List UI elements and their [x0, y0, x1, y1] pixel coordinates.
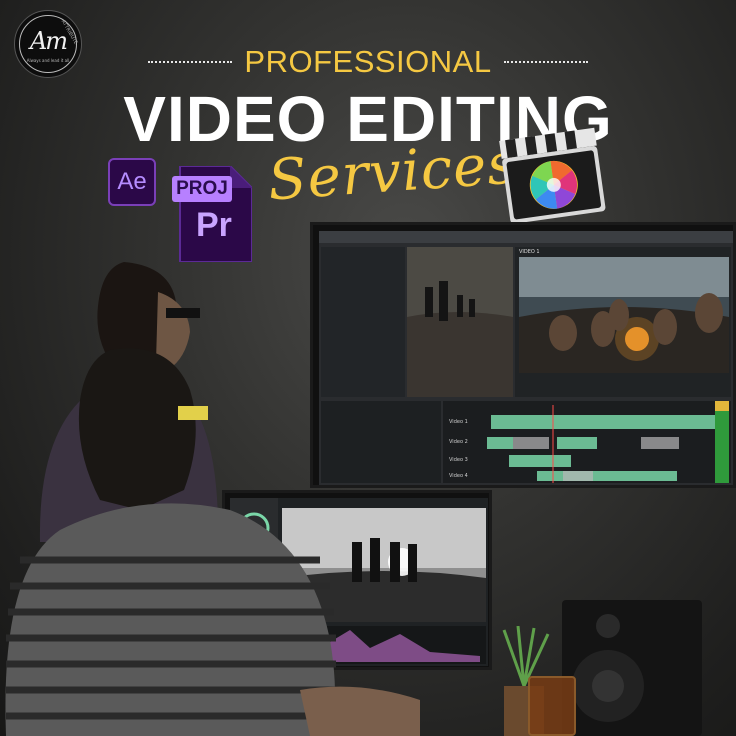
speaker-cones [572, 614, 644, 722]
track-label-3: Video 3 [449, 457, 468, 463]
preview-panel [407, 247, 513, 397]
brand-logo: Am Always and lead it all ATTRIBUTE [14, 10, 82, 78]
after-effects-icon: Ae [108, 158, 156, 206]
campfire-scene [519, 257, 729, 373]
track-label-4: Video 4 [449, 473, 468, 479]
premiere-label: Pr [196, 206, 232, 244]
logo-tagline: Always and lead it all [26, 58, 70, 63]
coffee-mug [528, 676, 576, 736]
program-panel: VIDEO 1 [515, 247, 731, 397]
final-cut-pro-icon [499, 127, 606, 224]
premiere-project-file-icon: PROJ Pr [172, 166, 252, 262]
program-tab-label: VIDEO 1 [519, 249, 540, 255]
eyebrow-text: PROFESSIONAL [244, 44, 492, 79]
preview-figures [407, 247, 513, 397]
seated-editor [5, 348, 420, 736]
menu-bar [319, 231, 733, 243]
promo-canvas: Am Always and lead it all ATTRIBUTE PROF… [0, 0, 736, 736]
track-label-1: Video 1 [449, 419, 468, 425]
timeline-tracks [487, 401, 729, 483]
studio-speaker [562, 600, 702, 736]
timeline-panel: Video 1 Video 2 Video 3 Video 4 [443, 401, 731, 483]
track-label-2: Video 2 [449, 439, 468, 445]
proj-tag: PROJ [172, 176, 232, 202]
after-effects-label: Ae [117, 168, 147, 195]
eyebrow-row: PROFESSIONAL [148, 44, 588, 80]
